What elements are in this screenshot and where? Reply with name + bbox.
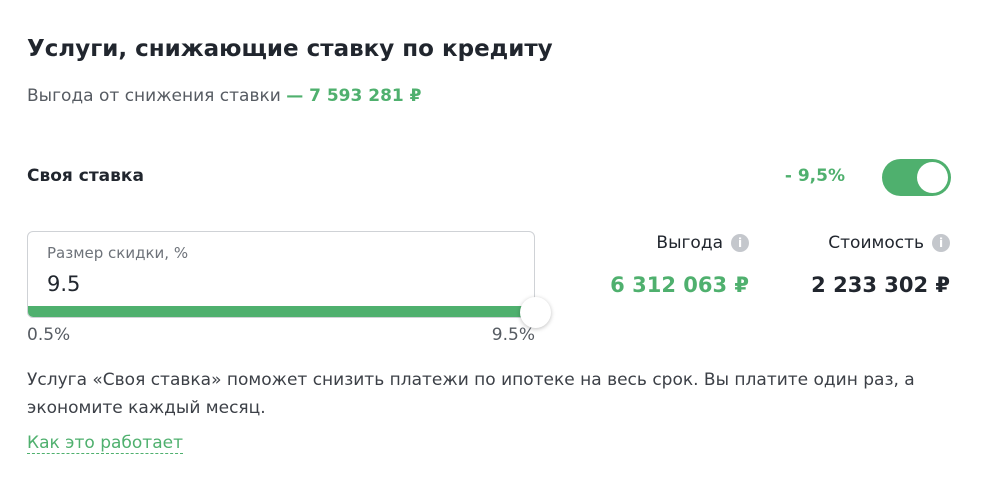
benefit-stat: Выгода i 6 312 063 ₽: [610, 233, 749, 297]
cost-stat-value: 2 233 302 ₽: [811, 273, 950, 297]
benefit-info-icon[interactable]: i: [731, 234, 749, 252]
discount-slider-fill: [28, 306, 534, 317]
service-description: Услуга «Своя ставка» поможет снизить пла…: [27, 370, 915, 418]
total-benefit-label: Выгода от снижения ставки: [27, 86, 281, 106]
rate-services-panel: Услуги, снижающие ставку по кредиту Выго…: [0, 0, 991, 483]
discount-input[interactable]: [47, 272, 507, 296]
benefit-stat-value: 6 312 063 ₽: [610, 273, 749, 297]
slider-min-label: 0.5%: [27, 325, 71, 345]
slider-max-label: 9.5%: [491, 325, 535, 345]
total-benefit-line: Выгода от снижения ставки — 7 593 281 ₽: [27, 86, 422, 106]
toggle-knob: [917, 162, 948, 193]
page-title: Услуги, снижающие ставку по кредиту: [27, 36, 553, 62]
total-benefit-value: — 7 593 281 ₽: [286, 86, 422, 106]
benefit-stat-label: Выгода: [656, 233, 723, 253]
option-label: Своя ставка: [27, 166, 144, 186]
cost-stat: Стоимость i 2 233 302 ₽: [811, 233, 950, 297]
cost-info-icon[interactable]: i: [932, 234, 950, 252]
discount-slider-thumb[interactable]: [520, 297, 551, 328]
how-it-works-link[interactable]: Как это работает: [27, 433, 183, 454]
discount-slider-track[interactable]: [28, 306, 534, 317]
own-rate-toggle[interactable]: [882, 159, 951, 196]
cost-stat-label: Стоимость: [828, 233, 924, 253]
discount-field-label: Размер скидки, %: [47, 244, 189, 262]
option-discount: - 9,5%: [784, 166, 845, 186]
discount-field[interactable]: Размер скидки, %: [27, 231, 535, 318]
